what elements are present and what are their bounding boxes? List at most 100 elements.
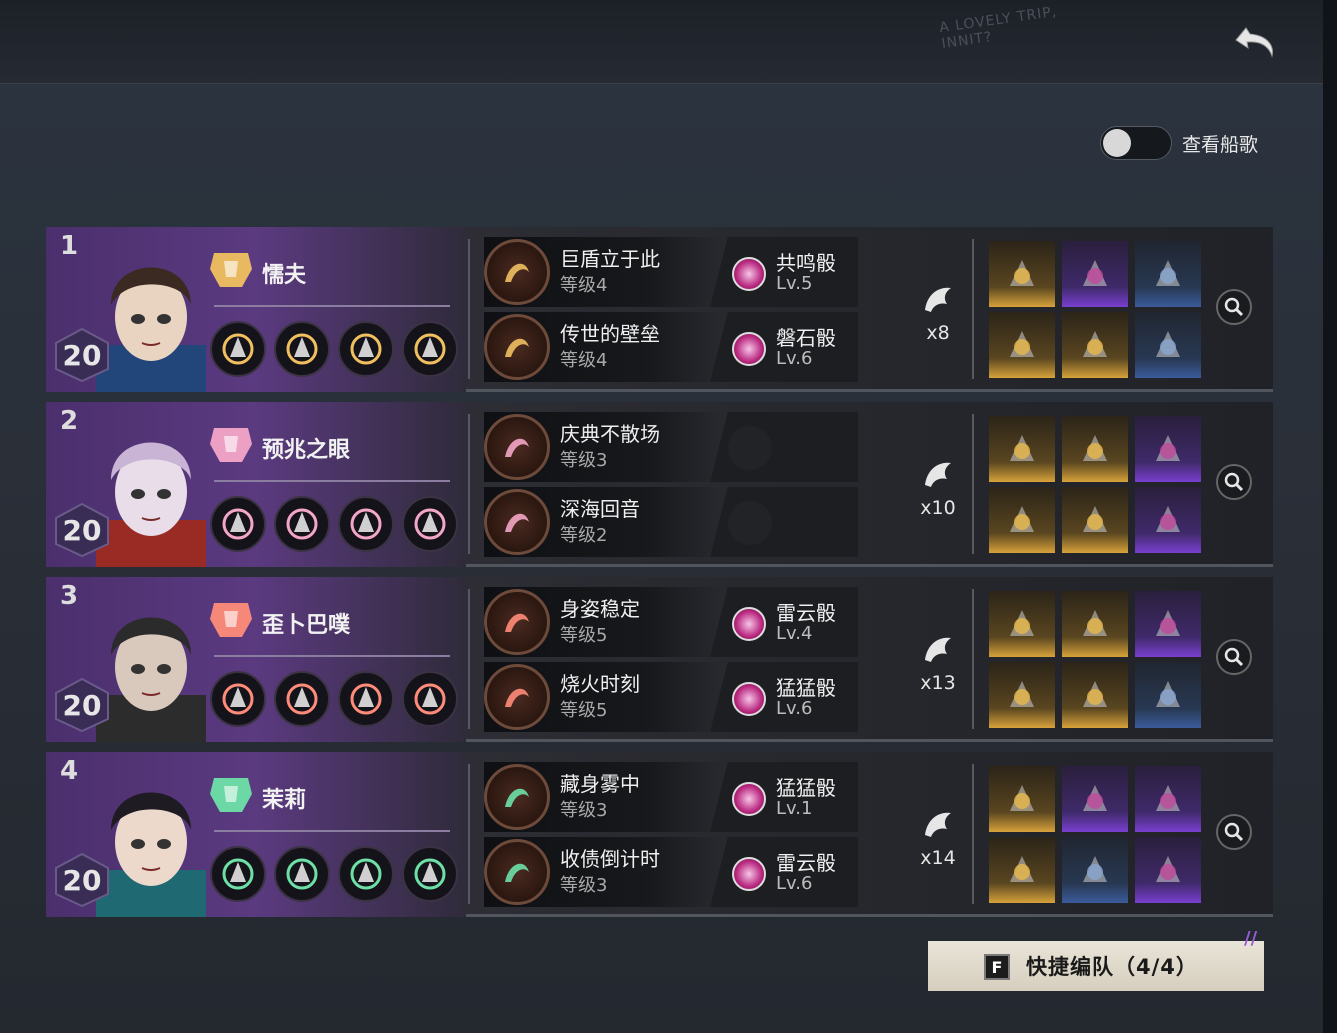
equipment-item[interactable]	[989, 312, 1055, 378]
dancer-skill-icon[interactable]	[210, 496, 266, 552]
equipment-item[interactable]	[1062, 837, 1128, 903]
talent-slot[interactable]: 烧火时刻 等级5	[484, 662, 724, 732]
magnifier-icon[interactable]	[1216, 639, 1252, 675]
dice-slot[interactable]: 猛猛骰 Lv.1	[710, 762, 858, 832]
banner-skill-icon[interactable]	[274, 321, 330, 377]
dice-name: 磐石骰	[776, 326, 836, 350]
skill-list	[210, 846, 458, 902]
equipment-item[interactable]	[989, 416, 1055, 482]
equipment-item[interactable]	[1135, 416, 1201, 482]
ribbon-talent-icon[interactable]	[484, 414, 550, 480]
equipment-item[interactable]	[1062, 241, 1128, 307]
talent-slot[interactable]: 传世的壁垒 等级4	[484, 312, 724, 382]
equipment-item[interactable]	[1135, 766, 1201, 832]
equipment-item[interactable]	[1135, 591, 1201, 657]
cross-skill-icon[interactable]	[210, 671, 266, 727]
equipment-item[interactable]	[1135, 241, 1201, 307]
equipment-item[interactable]	[1135, 662, 1201, 728]
dice-slot[interactable]: 雷云骰 Lv.6	[710, 837, 858, 907]
dice-icon	[732, 332, 766, 366]
talent-slot[interactable]: 巨盾立于此 等级4	[484, 237, 724, 307]
cross-skill-icon[interactable]	[210, 846, 266, 902]
stance-talent-icon[interactable]	[484, 589, 550, 655]
equipment-item[interactable]	[989, 837, 1055, 903]
back-button[interactable]	[1232, 20, 1282, 66]
talent-level: 等级5	[560, 700, 608, 721]
team-row[interactable]: 3 20 歪卜巴噗 身姿稳定 等级5 雷云骰 Lv.4 烧火时刻 等级5 猛猛骰…	[46, 577, 1273, 742]
dice-name: 雷云骰	[776, 851, 836, 875]
equipment-item[interactable]	[1062, 416, 1128, 482]
talent-slot[interactable]: 深海回音 等级2	[484, 487, 724, 557]
team-row[interactable]: 2 20 预兆之眼 庆典不散场 等级3 深海回音 等级2 x10	[46, 402, 1273, 567]
dice-name: 共鸣骰	[776, 251, 836, 275]
equipment-item[interactable]	[989, 487, 1055, 553]
dice-slot[interactable]: 雷云骰 Lv.4	[710, 587, 858, 657]
flame-talent-icon[interactable]	[484, 839, 550, 905]
magnifier-icon[interactable]	[1216, 814, 1252, 850]
equipment-item[interactable]	[1062, 766, 1128, 832]
equipment-item[interactable]	[1062, 591, 1128, 657]
fire-talent-icon[interactable]	[484, 664, 550, 730]
equipment-item[interactable]	[1062, 487, 1128, 553]
equipment-item[interactable]	[1062, 662, 1128, 728]
talent-name: 藏身雾中	[560, 772, 640, 796]
character-panel[interactable]: 1 20 懦夫	[46, 227, 466, 392]
slash-skill-icon[interactable]	[402, 671, 458, 727]
top-bar: A LOVELY TRIP, INNIT?	[0, 0, 1337, 84]
splash-skill-icon[interactable]	[402, 496, 458, 552]
character-panel[interactable]: 3 20 歪卜巴噗	[46, 577, 466, 742]
equipment-item[interactable]	[1135, 487, 1201, 553]
dice-slot[interactable]	[710, 412, 858, 482]
view-boat-song-toggle[interactable]	[1100, 126, 1172, 160]
magnifier-icon[interactable]	[1216, 464, 1252, 500]
dash-skill-icon[interactable]	[402, 846, 458, 902]
character-panel[interactable]: 2 20 预兆之眼	[46, 402, 466, 567]
magnifier-icon[interactable]	[1216, 289, 1252, 325]
burst-skill-icon[interactable]	[402, 321, 458, 377]
divider	[468, 764, 470, 904]
mist-talent-icon[interactable]	[484, 764, 550, 830]
right-edge	[1323, 0, 1337, 1033]
equipment-item[interactable]	[989, 662, 1055, 728]
equipment-item[interactable]	[989, 591, 1055, 657]
character-name: 预兆之眼	[262, 438, 351, 463]
team-row[interactable]: 4 20 茉莉 藏身雾中 等级3 猛猛骰 Lv.1 收债倒计时 等级3 雷云骰 …	[46, 752, 1273, 917]
figure-skill-icon[interactable]	[338, 321, 394, 377]
equipment-item[interactable]	[1135, 312, 1201, 378]
shell-counter: x10	[912, 457, 964, 519]
talent-slot[interactable]: 收债倒计时 等级3	[484, 837, 724, 907]
dice-slot[interactable]	[710, 487, 858, 557]
figure-skill-icon[interactable]	[338, 496, 394, 552]
wave-talent-icon[interactable]	[484, 489, 550, 555]
equipment-item[interactable]	[1135, 837, 1201, 903]
runner-skill-icon[interactable]	[338, 846, 394, 902]
shell-counter: x8	[912, 282, 964, 344]
shield-talent-icon[interactable]	[484, 239, 550, 305]
talent-slot[interactable]: 庆典不散场 等级3	[484, 412, 724, 482]
character-panel[interactable]: 4 20 茉莉	[46, 752, 466, 917]
fist-icon	[206, 597, 256, 643]
equipment-item[interactable]	[989, 766, 1055, 832]
shell-icon	[925, 287, 951, 312]
shell-count: x10	[920, 497, 956, 519]
team-row[interactable]: 1 20 懦夫 巨盾立于此 等级4 共鸣骰 Lv.5 传世的壁垒 等级4 磐石骰…	[46, 227, 1273, 392]
talent-slot[interactable]: 藏身雾中 等级3	[484, 762, 724, 832]
equipment-item[interactable]	[989, 241, 1055, 307]
dice-slot[interactable]: 磐石骰 Lv.6	[710, 312, 858, 382]
dice-slot[interactable]: 猛猛骰 Lv.6	[710, 662, 858, 732]
boot-icon	[206, 772, 256, 818]
quick-formation-button[interactable]: F 快捷编队（4/4）	[928, 941, 1264, 991]
decor-slash: //	[1244, 928, 1258, 949]
dice-slot[interactable]: 共鸣骰 Lv.5	[710, 237, 858, 307]
talent-name: 传世的壁垒	[560, 322, 660, 346]
equipment-item[interactable]	[1062, 312, 1128, 378]
empty-dice-icon	[728, 501, 772, 545]
leaf-skill-icon[interactable]	[274, 846, 330, 902]
shell-icon	[925, 637, 951, 662]
swirl-skill-icon[interactable]	[274, 496, 330, 552]
clock-skill-icon[interactable]	[210, 321, 266, 377]
blast-skill-icon[interactable]	[338, 671, 394, 727]
runner-skill-icon[interactable]	[274, 671, 330, 727]
wall-talent-icon[interactable]	[484, 314, 550, 380]
talent-slot[interactable]: 身姿稳定 等级5	[484, 587, 724, 657]
